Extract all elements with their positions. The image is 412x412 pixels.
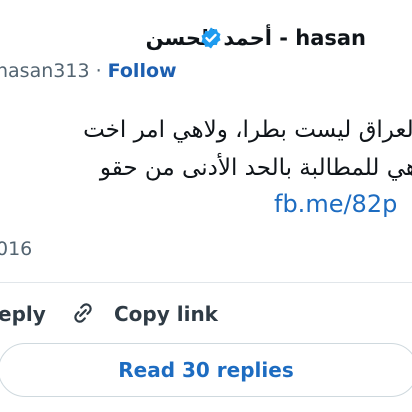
tweet-line-1-text: العراق ليست بطرا، ولاهي امر اخت (83, 117, 412, 143)
tweet-line-2-text: هي للمطالبة بالحد الأدنى من حقو (99, 155, 412, 181)
verified-badge-icon (199, 26, 223, 50)
divider (0, 282, 412, 283)
tweet-text-line-2: هي للمطالبة بالحد الأدنى من حقو (0, 151, 412, 185)
read-replies-label[interactable]: Read 30 replies (0, 356, 412, 384)
tweet-text-line-1: العراق ليست بطرا، ولاهي امر اخت (0, 113, 412, 147)
tweet-date[interactable]: 016 (0, 236, 32, 262)
link-icon[interactable] (69, 299, 97, 327)
tweet-link[interactable]: fb.me/82p (274, 187, 397, 221)
author-display-name[interactable]: أحمد الحسن - hasan (146, 24, 366, 52)
follow-button[interactable]: Follow (108, 60, 177, 82)
copy-link-button[interactable]: Copy link (114, 300, 218, 328)
reply-button[interactable]: eply (0, 300, 46, 328)
author-handle[interactable]: hasan313 · (0, 60, 102, 82)
handle-row: hasan313 · Follow (0, 58, 177, 84)
